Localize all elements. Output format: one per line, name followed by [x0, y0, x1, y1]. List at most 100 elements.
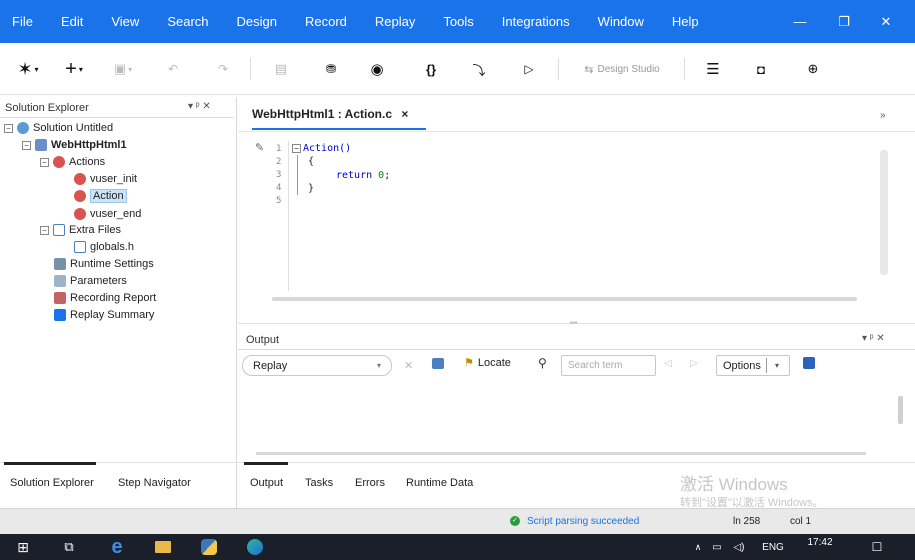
language-indicator[interactable]: ENG: [758, 534, 788, 560]
menu-search[interactable]: Search: [153, 0, 222, 43]
python-icon[interactable]: [194, 534, 224, 560]
tree-extra-files[interactable]: − Extra Files: [40, 222, 121, 238]
editor-tab-close-icon[interactable]: ×: [401, 107, 408, 121]
tree-parameters[interactable]: Parameters: [54, 273, 127, 289]
volume-icon[interactable]: ◁): [730, 534, 748, 560]
redo-icon[interactable]: ↷: [210, 43, 236, 95]
compile-icon[interactable]: ⛃: [318, 43, 344, 95]
search-placeholder: Search term: [568, 360, 623, 371]
record-icon[interactable]: ◉: [364, 43, 390, 95]
collapse-icon[interactable]: −: [22, 140, 31, 150]
output-horizontal-scrollbar[interactable]: [256, 452, 866, 455]
tree-actions[interactable]: − Actions: [40, 154, 105, 170]
menu-window[interactable]: Window: [584, 0, 658, 43]
design-studio-button[interactable]: ⇆ Design Studio: [574, 43, 670, 95]
chevron-down-icon: ▾: [377, 361, 382, 370]
minimize-button[interactable]: —: [782, 0, 818, 43]
editor-tab[interactable]: WebHttpHtml1 : Action.c ×: [252, 107, 408, 121]
edge-logo: [247, 539, 263, 555]
tab-errors[interactable]: Errors: [355, 477, 385, 489]
menu-record[interactable]: Record: [291, 0, 361, 43]
search-input[interactable]: Search term: [561, 355, 656, 376]
tree-project[interactable]: − WebHttpHtml1: [22, 137, 127, 153]
wrap-icon[interactable]: [432, 358, 444, 369]
braces-icon[interactable]: {}: [418, 43, 444, 95]
locate-button[interactable]: ⚑ Locate: [464, 356, 511, 370]
file-icon: [74, 241, 86, 253]
restore-button[interactable]: ❐: [826, 0, 862, 43]
tree-solution[interactable]: − Solution Untitled: [4, 120, 113, 136]
tree-label: vuser_init: [90, 173, 138, 185]
options-button[interactable]: Options ▾: [716, 355, 790, 376]
menu-replay[interactable]: Replay: [361, 0, 429, 43]
active-tab-indicator: [252, 128, 426, 130]
tree-replay-summary[interactable]: Replay Summary: [54, 307, 154, 323]
tab-output[interactable]: Output: [250, 477, 283, 489]
play-icon[interactable]: ▷: [516, 43, 542, 95]
code-line-1: − Action(): [292, 143, 351, 154]
menu-view[interactable]: View: [97, 0, 153, 43]
gutter-line: [288, 141, 289, 291]
menu-bar: File Edit View Search Design Record Repl…: [0, 0, 915, 43]
tab-runtime-data[interactable]: Runtime Data: [406, 477, 473, 489]
task-view-icon[interactable]: ⧉: [56, 534, 82, 560]
clock[interactable]: 17:42: [800, 534, 840, 560]
tray-chevron-icon[interactable]: ∧: [690, 534, 706, 560]
windows-start-icon[interactable]: ⊞: [10, 534, 36, 560]
save-icon[interactable]: ▣ ▾: [104, 43, 142, 95]
undo-icon[interactable]: ↶: [160, 43, 186, 95]
edge-icon[interactable]: e: [102, 534, 132, 560]
tree-vuser-init[interactable]: vuser_init: [74, 171, 137, 187]
save-output-icon[interactable]: [803, 357, 815, 369]
collapse-icon[interactable]: −: [40, 157, 49, 167]
menu-integrations[interactable]: Integrations: [488, 0, 584, 43]
fold-icon[interactable]: −: [292, 144, 301, 153]
output-pin-controls[interactable]: ▾ ᵖ ✕: [862, 333, 885, 344]
tree-label: Runtime Settings: [70, 258, 154, 270]
menu-help[interactable]: Help: [658, 0, 713, 43]
locate-icon: ⚑: [464, 357, 474, 369]
tab-overflow-icon[interactable]: »: [880, 110, 886, 121]
splitter[interactable]: [236, 97, 237, 508]
collapse-icon[interactable]: −: [4, 123, 13, 133]
output-vertical-scrollbar[interactable]: [898, 396, 903, 424]
add-icon[interactable]: + ▾: [56, 43, 92, 95]
menu-tools[interactable]: Tools: [429, 0, 487, 43]
previous-icon[interactable]: ◁: [664, 358, 672, 369]
output-source-select[interactable]: Replay ▾: [242, 355, 392, 376]
new-script-icon[interactable]: ✶ ▾: [10, 43, 46, 95]
tab-step-navigator[interactable]: Step Navigator: [118, 477, 191, 489]
menu-design[interactable]: Design: [223, 0, 291, 43]
tree-vuser-end[interactable]: vuser_end: [74, 206, 141, 222]
tree-action[interactable]: Action: [74, 188, 127, 204]
splitter-grip-icon[interactable]: •••: [570, 320, 577, 327]
step-icon[interactable]: ⤵: [466, 43, 492, 95]
search-icon: ⚲: [538, 356, 547, 370]
notification-icon[interactable]: ☐: [866, 534, 888, 560]
menu-file[interactable]: File: [0, 0, 47, 43]
snapshot-icon[interactable]: ◘: [748, 43, 774, 95]
tree-globals[interactable]: globals.h: [74, 239, 134, 255]
tab-solution-explorer[interactable]: Solution Explorer: [10, 477, 94, 489]
tab-tasks[interactable]: Tasks: [305, 477, 333, 489]
close-button[interactable]: ✕: [868, 0, 904, 43]
tree-runtime-settings[interactable]: Runtime Settings: [54, 256, 154, 272]
next-icon[interactable]: ▷: [690, 358, 698, 369]
solution-explorer-pin-controls[interactable]: ▾ ᵖ ✕: [188, 101, 211, 112]
active-left-tab-indicator: [4, 462, 96, 465]
editor-vertical-scrollbar[interactable]: [880, 150, 888, 275]
list-icon[interactable]: ☰: [700, 43, 726, 95]
network-icon[interactable]: ▭: [708, 534, 726, 560]
file-explorer-icon[interactable]: [148, 534, 178, 560]
parameters-icon: [54, 275, 66, 287]
clear-icon[interactable]: ✕: [404, 359, 413, 372]
editor-horizontal-scrollbar[interactable]: [272, 297, 857, 301]
edge-new-icon[interactable]: [240, 534, 270, 560]
collapse-icon[interactable]: −: [40, 225, 49, 235]
document-icon[interactable]: ▤: [268, 43, 294, 95]
search-snapshot-icon[interactable]: ⊕: [800, 43, 826, 95]
line-number: 2: [276, 157, 282, 167]
tree-recording-report[interactable]: Recording Report: [54, 290, 156, 306]
design-studio-icon: ⇆: [584, 63, 594, 76]
menu-edit[interactable]: Edit: [47, 0, 97, 43]
